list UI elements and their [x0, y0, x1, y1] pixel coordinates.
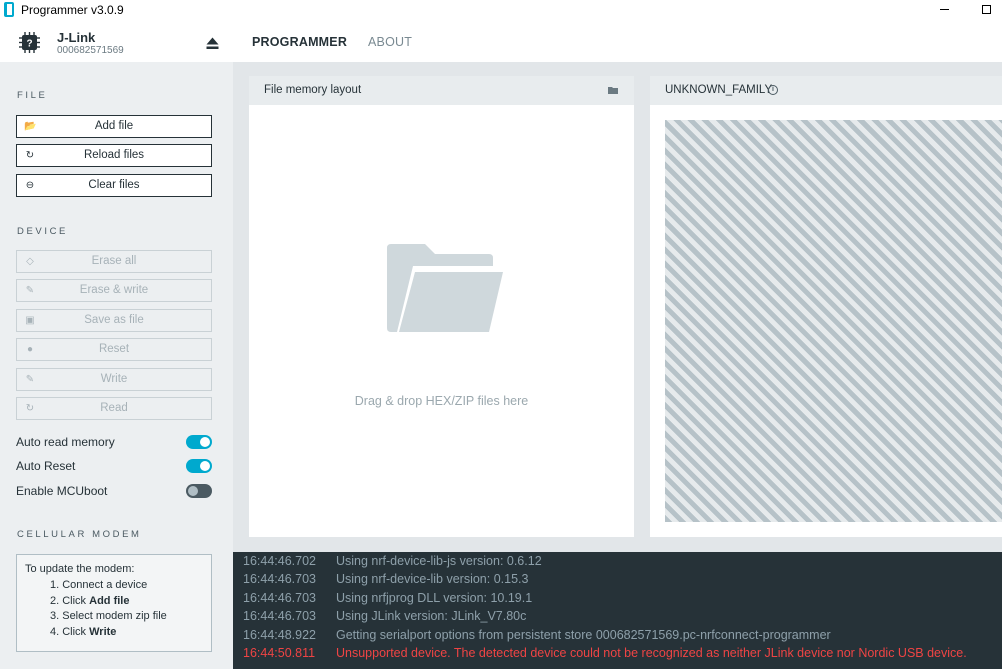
- modem-step-2-prefix: 2. Click: [50, 594, 90, 607]
- log-message: Getting serialport options from persiste…: [336, 628, 831, 642]
- add-file-label: Add file: [94, 120, 134, 132]
- log-message: Using nrf-device-lib-js version: 0.6.12: [336, 554, 542, 568]
- chip-icon[interactable]: ?: [19, 32, 40, 53]
- clear-files-label: Clear files: [88, 179, 140, 191]
- erase-all-label: Erase all: [91, 255, 137, 267]
- cellular-modem-section-title: CELLULAR MODEM: [17, 529, 142, 540]
- toggle-row-auto-reset: Auto Reset: [16, 458, 212, 474]
- write-button[interactable]: ✎ Write: [16, 368, 212, 391]
- sidebar: FILE 📂 Add file ↻ Reload files ⊖ Clear f…: [0, 62, 233, 669]
- device-memory-placeholder: [665, 120, 1002, 522]
- minus-circle-icon: ⊖: [25, 180, 35, 191]
- dot-icon: ●: [26, 344, 34, 355]
- device-memory-card-header: UNKNOWN_FAMILY i: [650, 76, 1002, 105]
- erase-write-button[interactable]: ✎ Erase & write: [16, 279, 212, 302]
- auto-reset-label: Auto Reset: [16, 459, 76, 473]
- log-timestamp: 16:44:46.703: [243, 572, 316, 586]
- file-section-title: FILE: [17, 90, 48, 101]
- modem-intro: To update the modem:: [25, 563, 135, 575]
- folder-open-icon: [387, 244, 503, 332]
- tab-about[interactable]: ABOUT: [368, 35, 412, 49]
- auto-reset-toggle[interactable]: [186, 459, 212, 473]
- erase-all-button[interactable]: ◇ Erase all: [16, 250, 212, 273]
- modem-step-3: 3. Select modem zip file: [50, 610, 167, 623]
- log-timestamp: 16:44:46.703: [243, 609, 316, 623]
- log-timestamp: 16:44:48.922: [243, 628, 316, 642]
- log-message: Using JLink version: JLink_V7.80c: [336, 609, 527, 623]
- svg-text:?: ?: [26, 39, 32, 50]
- modem-step-2: 2. Click Add file: [25, 595, 211, 611]
- window-title: Programmer v3.0.9: [21, 3, 124, 17]
- refresh-icon: ↻: [25, 403, 35, 414]
- info-icon[interactable]: i: [768, 85, 778, 95]
- modem-step-2-bold: Add file: [89, 594, 130, 607]
- toggle-knob: [188, 486, 198, 496]
- log-message: Using nrfjprog DLL version: 10.19.1: [336, 591, 533, 605]
- file-memory-title: File memory layout: [264, 84, 362, 96]
- log-panel[interactable]: 16:44:46.702 Using nrf-device-lib-js ver…: [233, 552, 1002, 669]
- eject-icon[interactable]: [206, 37, 219, 50]
- eraser-icon: ◇: [26, 256, 34, 267]
- device-name[interactable]: J-Link: [57, 30, 95, 45]
- write-label: Write: [100, 373, 128, 385]
- pencil-icon: ✎: [25, 285, 35, 296]
- device-family-title: UNKNOWN_FAMILY: [665, 84, 773, 96]
- save-as-file-button[interactable]: ▣ Save as file: [16, 309, 212, 332]
- log-message: Using nrf-device-lib version: 0.15.3: [336, 572, 529, 586]
- minimize-button[interactable]: [929, 0, 959, 20]
- refresh-icon: ↻: [25, 150, 35, 161]
- read-label: Read: [100, 402, 128, 414]
- modem-step-4: 4. Click Write: [25, 626, 211, 642]
- reload-files-button[interactable]: ↻ Reload files: [16, 144, 212, 167]
- enable-mcuboot-toggle[interactable]: [186, 484, 212, 498]
- log-message: Unsupported device. The detected device …: [336, 646, 967, 660]
- auto-read-memory-label: Auto read memory: [16, 435, 115, 449]
- toggle-knob: [200, 461, 210, 471]
- reload-files-label: Reload files: [83, 149, 145, 161]
- add-file-button[interactable]: 📂 Add file: [16, 115, 212, 138]
- pencil-icon: ✎: [25, 374, 35, 385]
- device-section-title: DEVICE: [17, 226, 68, 237]
- modem-step-4-bold: Write: [89, 626, 117, 639]
- log-timestamp: 16:44:50.811: [243, 646, 316, 660]
- log-timestamp: 16:44:46.703: [243, 591, 316, 605]
- folder-open-icon[interactable]: [608, 86, 619, 95]
- clear-files-button[interactable]: ⊖ Clear files: [16, 174, 212, 197]
- modem-step-4-prefix: 4. Click: [50, 626, 90, 639]
- modem-step-1: 1. Connect a device: [50, 578, 148, 591]
- erase-write-label: Erase & write: [79, 284, 149, 296]
- reset-label: Reset: [98, 343, 130, 355]
- maximize-button[interactable]: [971, 0, 1001, 20]
- top-nav: ? J-Link 000682571569 PROGRAMMER ABOUT: [0, 20, 1002, 62]
- read-button[interactable]: ↻ Read: [16, 397, 212, 420]
- window-titlebar: Programmer v3.0.9: [0, 0, 1002, 20]
- main-content: File memory layout Drag & drop HEX/ZIP f…: [233, 62, 1002, 552]
- reset-button[interactable]: ● Reset: [16, 338, 212, 361]
- file-memory-card-header: File memory layout: [249, 76, 634, 105]
- log-timestamp: 16:44:46.702: [243, 554, 316, 568]
- save-as-file-label: Save as file: [84, 314, 144, 326]
- auto-read-memory-toggle[interactable]: [186, 435, 212, 449]
- toggle-row-auto-read-memory: Auto read memory: [16, 434, 212, 450]
- minimize-icon: [939, 9, 949, 11]
- tab-programmer[interactable]: PROGRAMMER: [252, 35, 347, 49]
- enable-mcuboot-label: Enable MCUboot: [16, 484, 108, 498]
- modem-instructions: To update the modem: 1. Connect a device…: [16, 554, 212, 652]
- save-icon: ▣: [25, 315, 35, 326]
- app-icon: [4, 2, 14, 17]
- folder-icon: 📂: [24, 121, 37, 132]
- toggle-knob: [200, 437, 210, 447]
- device-memory-card: UNKNOWN_FAMILY i: [650, 76, 1002, 537]
- file-memory-card[interactable]: File memory layout Drag & drop HEX/ZIP f…: [249, 76, 634, 537]
- device-serial: 000682571569: [57, 45, 124, 56]
- maximize-icon: [981, 5, 991, 15]
- drop-zone-text: Drag & drop HEX/ZIP files here: [354, 394, 529, 408]
- toggle-row-enable-mcuboot: Enable MCUboot: [16, 483, 212, 499]
